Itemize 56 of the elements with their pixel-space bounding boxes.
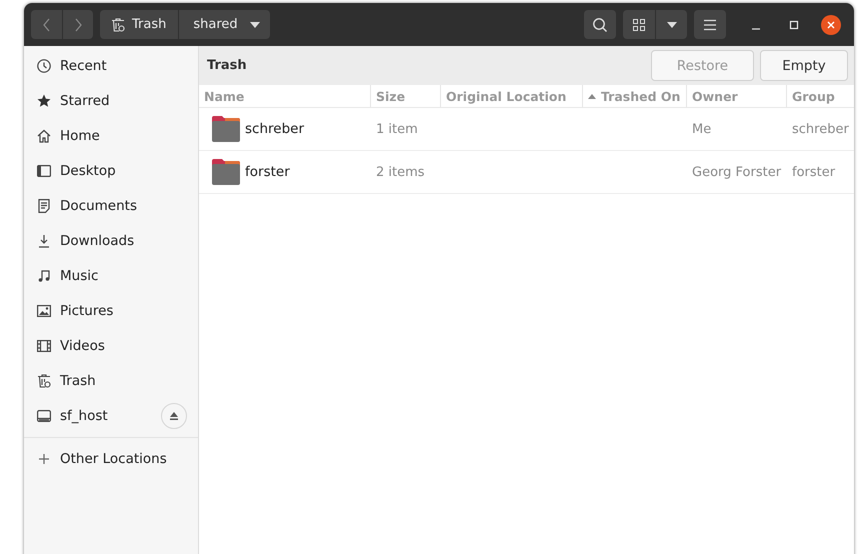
minimize-icon (752, 28, 760, 30)
trash-icon (110, 16, 126, 32)
table-cell-text: Me (691, 120, 712, 138)
sidebar-item[interactable]: Documents (24, 188, 198, 223)
close-icon (827, 20, 835, 28)
grid-icon (632, 18, 646, 32)
forward-icon (73, 18, 83, 32)
table-cell-text: forster (791, 164, 836, 182)
table-cell-text: 2 items (375, 164, 426, 182)
location-title: Trash (207, 58, 247, 73)
clock-icon (36, 58, 52, 74)
sidebar-item[interactable]: Other Locations (24, 441, 198, 476)
trash-icon (36, 372, 52, 388)
path-button[interactable]: Trash (100, 10, 178, 39)
view-options-button[interactable] (655, 10, 687, 39)
search-button[interactable] (584, 10, 616, 39)
menu-icon (703, 18, 717, 30)
path-button[interactable]: shared (178, 10, 270, 39)
folder-icon (211, 158, 241, 186)
picture-icon (36, 302, 52, 318)
table-cell: forster (199, 151, 370, 193)
menu-button[interactable] (694, 10, 726, 39)
home-icon (36, 128, 52, 144)
film-icon (36, 338, 52, 354)
grid-view-button[interactable] (623, 10, 655, 39)
sort-arrow-icon (588, 94, 596, 98)
sidebar-item[interactable]: Desktop (24, 153, 198, 188)
sidebar-item[interactable]: Videos (24, 328, 198, 363)
sidebar-item[interactable]: Home (24, 118, 198, 153)
table-cell-text: 1 item (375, 120, 419, 138)
download-icon (36, 232, 52, 248)
search-icon (592, 16, 608, 32)
sidebar-item[interactable]: Pictures (24, 293, 198, 328)
back-icon (42, 18, 52, 32)
sidebar-item[interactable]: sf_host (24, 398, 198, 433)
star-icon (36, 92, 52, 108)
sidebar-item[interactable]: Recent (24, 48, 198, 83)
table-cell: schreber (199, 108, 370, 150)
desktop-icon (36, 162, 52, 178)
close-button[interactable] (821, 14, 841, 34)
caret-icon (250, 22, 260, 28)
empty-button[interactable]: Empty (760, 50, 848, 81)
document-icon (36, 198, 52, 214)
sidebar-item[interactable]: Music (24, 258, 198, 293)
table-cell-text: schreber (791, 120, 850, 138)
music-icon (36, 268, 52, 284)
sidebar-item[interactable]: Downloads (24, 223, 198, 258)
sidebar-item[interactable]: Starred (24, 83, 198, 118)
eject-icon (169, 410, 179, 420)
caret-icon (666, 22, 676, 28)
maximize-icon (789, 20, 799, 30)
eject-button[interactable] (161, 402, 187, 428)
table-cell-text: Georg Forster (691, 164, 782, 182)
sidebar-item[interactable]: Trash (24, 363, 198, 398)
folder-icon (211, 115, 241, 143)
drive-icon (36, 408, 52, 424)
